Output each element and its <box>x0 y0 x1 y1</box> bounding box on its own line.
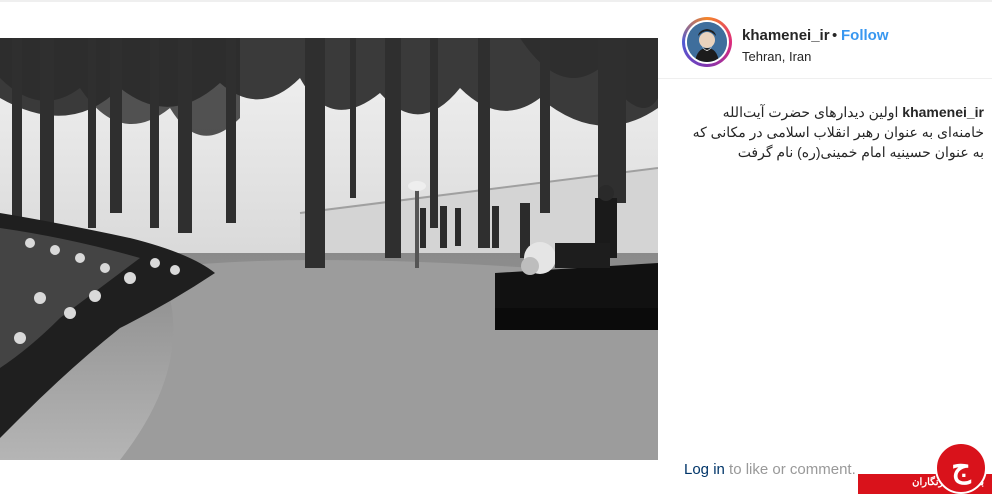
post-header: khamenei_ir • Follow Tehran, Iran <box>658 0 992 79</box>
post-photo[interactable] <box>0 38 658 460</box>
post-caption: khamenei_ir اولین دیدارهای حضرت آیت‌الله… <box>684 102 984 162</box>
yjc-logo-icon: ج <box>935 442 987 494</box>
separator-dot: • <box>832 27 838 44</box>
post-side-panel: khamenei_ir • Follow Tehran, Iran khamen… <box>658 0 992 494</box>
watermark-logo-glyph: ج <box>951 451 971 484</box>
username-link[interactable]: khamenei_ir <box>742 27 830 44</box>
photo-scene <box>0 38 658 460</box>
follow-button[interactable]: Follow <box>841 27 889 44</box>
login-prompt: Log in to like or comment. <box>684 461 856 478</box>
profile-photo-icon <box>687 22 727 62</box>
avatar[interactable] <box>682 17 732 67</box>
login-link[interactable]: Log in <box>684 461 725 478</box>
caption-username-link[interactable]: khamenei_ir <box>902 104 984 120</box>
location-link[interactable]: Tehran, Iran <box>742 49 811 64</box>
login-prompt-text: to like or comment. <box>724 461 856 478</box>
